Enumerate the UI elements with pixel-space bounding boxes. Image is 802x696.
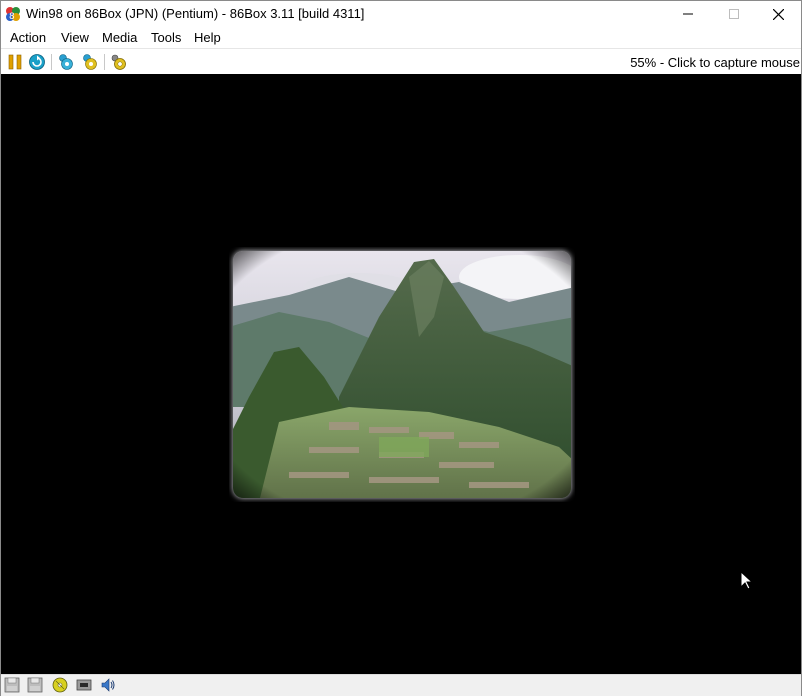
menu-bar: Action View Media Tools Help xyxy=(1,27,801,47)
window-title: Win98 on 86Box (JPN) (Pentium) - 86Box 3… xyxy=(26,6,365,21)
sound-icon[interactable] xyxy=(100,677,116,693)
emulator-window: 8 Win98 on 86Box (JPN) (Pentium) - 86Box… xyxy=(0,0,802,696)
floppy-drive-2-icon[interactable] xyxy=(27,677,43,693)
emulated-screen[interactable] xyxy=(1,74,801,674)
pause-icon[interactable] xyxy=(6,53,24,71)
menu-action[interactable]: Action xyxy=(10,30,46,45)
close-icon xyxy=(772,8,784,20)
network-icon[interactable] xyxy=(76,677,92,693)
toolbar: 55% - Click to capture mouse xyxy=(1,48,801,74)
hard-reset-icon[interactable] xyxy=(28,53,46,71)
svg-text:8: 8 xyxy=(9,12,15,22)
title-bar[interactable]: 8 Win98 on 86Box (JPN) (Pentium) - 86Box… xyxy=(1,1,801,27)
86box-icon: 8 xyxy=(5,6,21,22)
maximize-icon xyxy=(729,9,739,19)
capture-mouse-hint[interactable]: 55% - Click to capture mouse xyxy=(630,55,800,70)
floppy-drive-icon[interactable] xyxy=(4,677,20,693)
menu-media[interactable]: Media xyxy=(102,30,137,45)
status-bar xyxy=(1,674,801,696)
machu-picchu-photo xyxy=(229,247,575,502)
menu-tools[interactable]: Tools xyxy=(151,30,181,45)
mouse-cursor-icon xyxy=(741,572,753,590)
toolbar-separator xyxy=(104,54,105,70)
menu-help[interactable]: Help xyxy=(194,30,221,45)
toolbar-separator xyxy=(51,54,52,70)
maximize-button[interactable] xyxy=(711,1,757,27)
minimize-button[interactable] xyxy=(665,1,711,27)
minimize-icon xyxy=(683,13,693,15)
close-button[interactable] xyxy=(755,1,801,27)
settings-icon[interactable] xyxy=(110,53,128,71)
ctrl-alt-esc-icon[interactable] xyxy=(81,53,99,71)
ctrl-alt-del-icon[interactable] xyxy=(57,53,75,71)
menu-view[interactable]: View xyxy=(61,30,89,45)
cdrom-drive-icon[interactable] xyxy=(52,677,68,693)
